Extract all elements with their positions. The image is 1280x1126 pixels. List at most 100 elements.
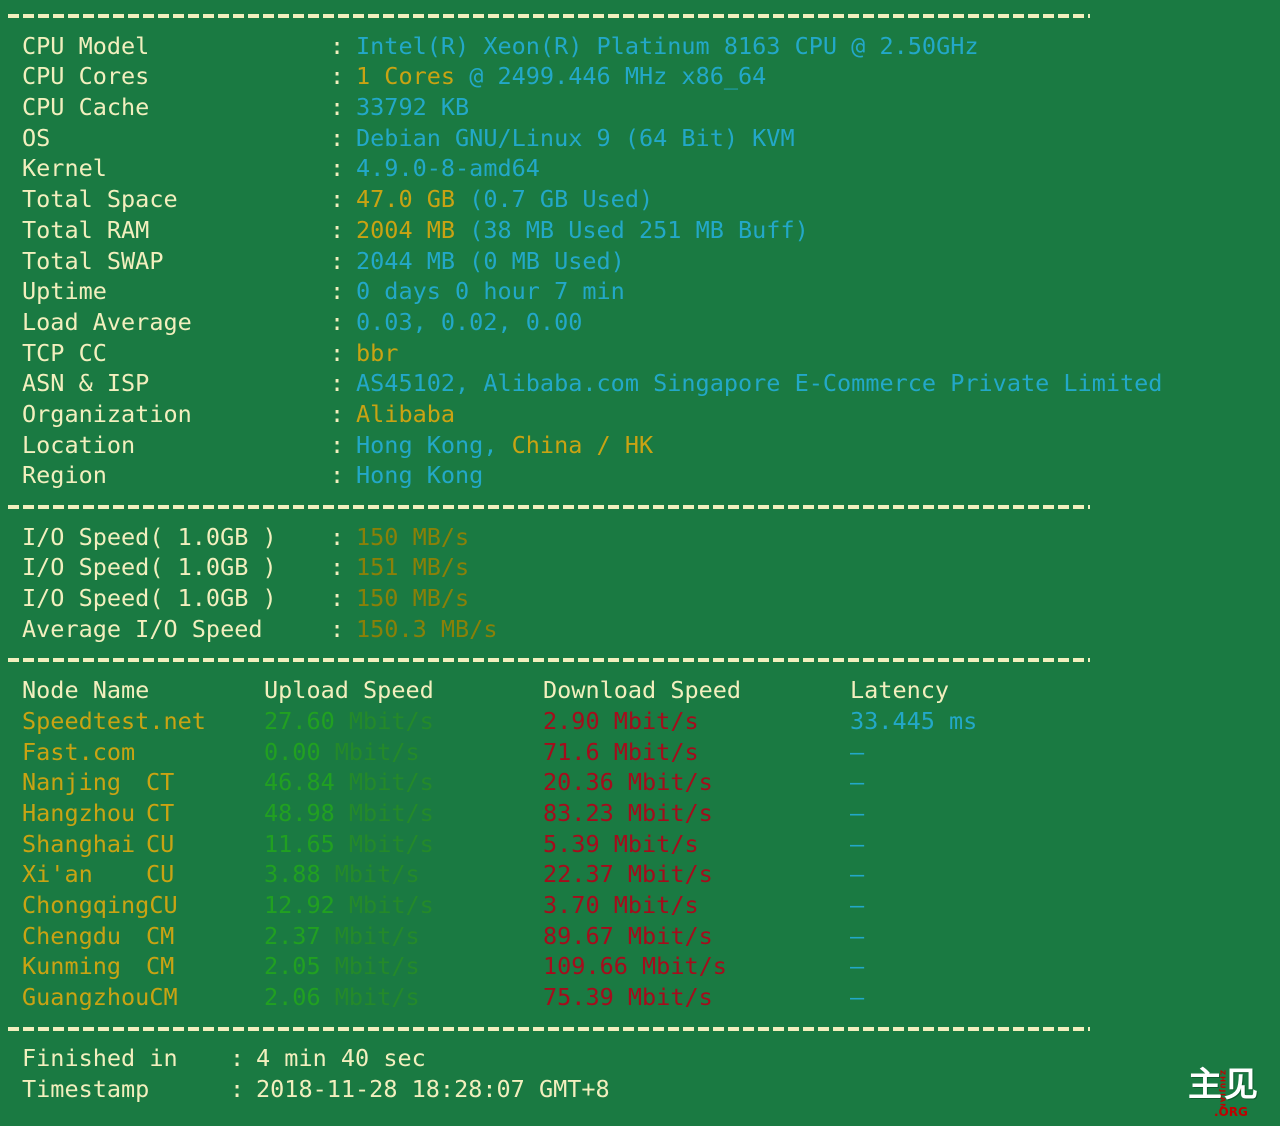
separator-footer [0, 1013, 1280, 1044]
speedtest-row: Speedtest.net 27.60 Mbit/s 2.90 Mbit/s 33.4… [0, 706, 1280, 737]
system-info-label: Location [22, 430, 136, 459]
system-info-label: Organization [22, 399, 192, 428]
download-speed-value: 2.90 [543, 706, 600, 735]
upload-speed-cell: 3.88 Mbit/s [264, 859, 543, 890]
system-info-colon: : [330, 430, 345, 459]
node-name-text: Shanghai [22, 829, 136, 858]
system-info-colon: : [330, 307, 345, 336]
footer-label: Timestamp [22, 1075, 150, 1104]
download-speed-unit: Mbit/s [599, 737, 699, 766]
node-name-cell: Kunming CM [0, 951, 264, 982]
io-speed-label: I/O Speed( 1.0GB ) [22, 553, 277, 582]
system-info-value-extra: (0.7 GB Used) [455, 185, 654, 214]
system-info-colon: : [330, 215, 345, 244]
download-speed-cell: 3.70 Mbit/s [543, 890, 850, 921]
download-speed-unit: Mbit/s [599, 829, 699, 858]
system-info-label: Total RAM [22, 215, 150, 244]
node-name-cell: ChongqingCU [0, 890, 264, 921]
footer-row: Timestamp:2018-11-28 18:28:07 GMT+8 [0, 1074, 1280, 1105]
download-speed-unit: Mbit/s [613, 860, 713, 889]
upload-speed-cell: 11.65 Mbit/s [264, 829, 543, 860]
download-speed-unit: Mbit/s [613, 798, 713, 827]
system-info-colon: : [330, 123, 345, 152]
io-speed-value: 150.3 MB/s [356, 614, 498, 643]
column-header-latency: Latency [850, 676, 950, 705]
download-speed-value: 22.37 [543, 860, 614, 889]
io-speed-row: I/O Speed( 1.0GB ):150 MB/s [0, 522, 1280, 553]
upload-speed-cell: 12.92 Mbit/s [264, 890, 543, 921]
io-speed-row: I/O Speed( 1.0GB ):150 MB/s [0, 583, 1280, 614]
system-info-label: OS [22, 123, 51, 152]
system-info-row: ASN & ISP: AS45102, Alibaba.com Singapore… [0, 368, 1280, 399]
node-isp-text: CT [146, 798, 175, 827]
io-speed-label: Average I/O Speed [22, 614, 263, 643]
io-speed-colon: : [330, 522, 345, 551]
footer-colon: : [230, 1075, 245, 1104]
upload-speed-cell: 2.06 Mbit/s [264, 982, 543, 1013]
system-info-row: CPU Model: Intel(R) Xeon(R) Platinum 8163… [0, 31, 1280, 62]
io-speed-label: I/O Speed( 1.0GB ) [22, 522, 277, 551]
upload-speed-cell: 27.60 Mbit/s [264, 706, 543, 737]
upload-speed-value: 46.84 [264, 768, 335, 797]
system-info-row: Load Average:0.03, 0.02, 0.00 [0, 307, 1280, 338]
latency-cell: – [850, 768, 865, 797]
download-speed-value: 89.67 [543, 921, 614, 950]
system-info-value-extra: @ 2499.446 MHz x86_64 [455, 62, 767, 91]
download-speed-cell: 75.39 Mbit/s [543, 982, 850, 1013]
system-info-value: 33792 KB [356, 93, 470, 122]
system-info-value: AS45102, Alibaba.com Singapore E-Commerc… [356, 369, 1163, 398]
latency-cell: – [850, 983, 865, 1011]
upload-speed-cell: 48.98 Mbit/s [264, 798, 543, 829]
footer-section: Finished in:4 min 40 sec Timestamp:2018-1… [0, 1043, 1280, 1104]
system-info-colon: : [330, 246, 345, 275]
system-info-label: TCP CC [22, 338, 107, 367]
watermark-org-text: .ORG [1214, 1105, 1248, 1119]
node-name-cell: Fast.com [0, 737, 264, 768]
terminal-output: CPU Model: Intel(R) Xeon(R) Platinum 8163… [0, 0, 1280, 1126]
system-info-label: Load Average [22, 307, 192, 336]
download-speed-value: 71.6 [543, 737, 600, 766]
download-speed-cell: 109.66 Mbit/s [543, 951, 850, 982]
latency-cell: – [850, 952, 865, 981]
system-info-colon: : [330, 461, 345, 490]
download-speed-value: 109.66 [543, 952, 628, 981]
latency-cell: – [850, 737, 865, 766]
download-speed-value: 75.39 [543, 983, 614, 1011]
speedtest-row: Xi'an CU 3.88 Mbit/s 22.37 Mbit/s – [0, 859, 1280, 890]
system-info-row: CPU Cores:1 Cores @ 2499.446 MHz x86_64 [0, 61, 1280, 92]
io-speed-value: 151 MB/s [356, 553, 470, 582]
download-speed-unit: Mbit/s [613, 921, 713, 950]
speedtest-row: Chengdu CM 2.37 Mbit/s 89.67 Mbit/s – [0, 921, 1280, 952]
separator-speedtest [0, 644, 1280, 675]
node-isp-text: CU [146, 829, 175, 858]
upload-speed-unit: Mbit/s [334, 829, 434, 858]
download-speed-value: 20.36 [543, 768, 614, 797]
system-info-value: Debian GNU/Linux 9 (64 Bit) [356, 123, 739, 152]
speedtest-row: Nanjing CT 46.84 Mbit/s 20.36 Mbit/s – [0, 767, 1280, 798]
node-name-cell: Hangzhou CT [0, 798, 264, 829]
download-speed-cell: 83.23 Mbit/s [543, 798, 850, 829]
speedtest-row: ChongqingCU 12.92 Mbit/s 3.70 Mbit/s – [0, 890, 1280, 921]
system-info-label: CPU Cores [22, 62, 150, 91]
download-speed-unit: Mbit/s [613, 983, 713, 1011]
node-isp-text: CM [146, 921, 175, 950]
system-info-value-extra: (38 MB Used 251 MB Buff) [455, 215, 809, 244]
node-isp-text: CM [146, 952, 175, 981]
system-info-row: TCP CC: bbr [0, 338, 1280, 369]
system-info-colon: : [330, 62, 345, 91]
node-name-text: Nanjing [22, 768, 122, 797]
system-info-value: 47.0 GB [356, 185, 456, 214]
upload-speed-value: 27.60 [264, 706, 335, 735]
node-name-text: Fast.com [22, 737, 136, 766]
separator-top [0, 0, 1280, 31]
download-speed-unit: Mbit/s [599, 890, 699, 919]
system-info-value: bbr [356, 338, 399, 367]
download-speed-unit: Mbit/s [599, 706, 699, 735]
node-isp-text: CU [149, 890, 178, 919]
footer-value: 2018-11-28 18:28:07 GMT+8 [256, 1075, 610, 1104]
system-info-label: Uptime [22, 277, 107, 306]
download-speed-cell: 22.37 Mbit/s [543, 859, 850, 890]
latency-cell: – [850, 798, 865, 827]
system-info-row: Kernel:4.9.0-8-amd64 [0, 153, 1280, 184]
latency-cell: – [850, 860, 865, 889]
